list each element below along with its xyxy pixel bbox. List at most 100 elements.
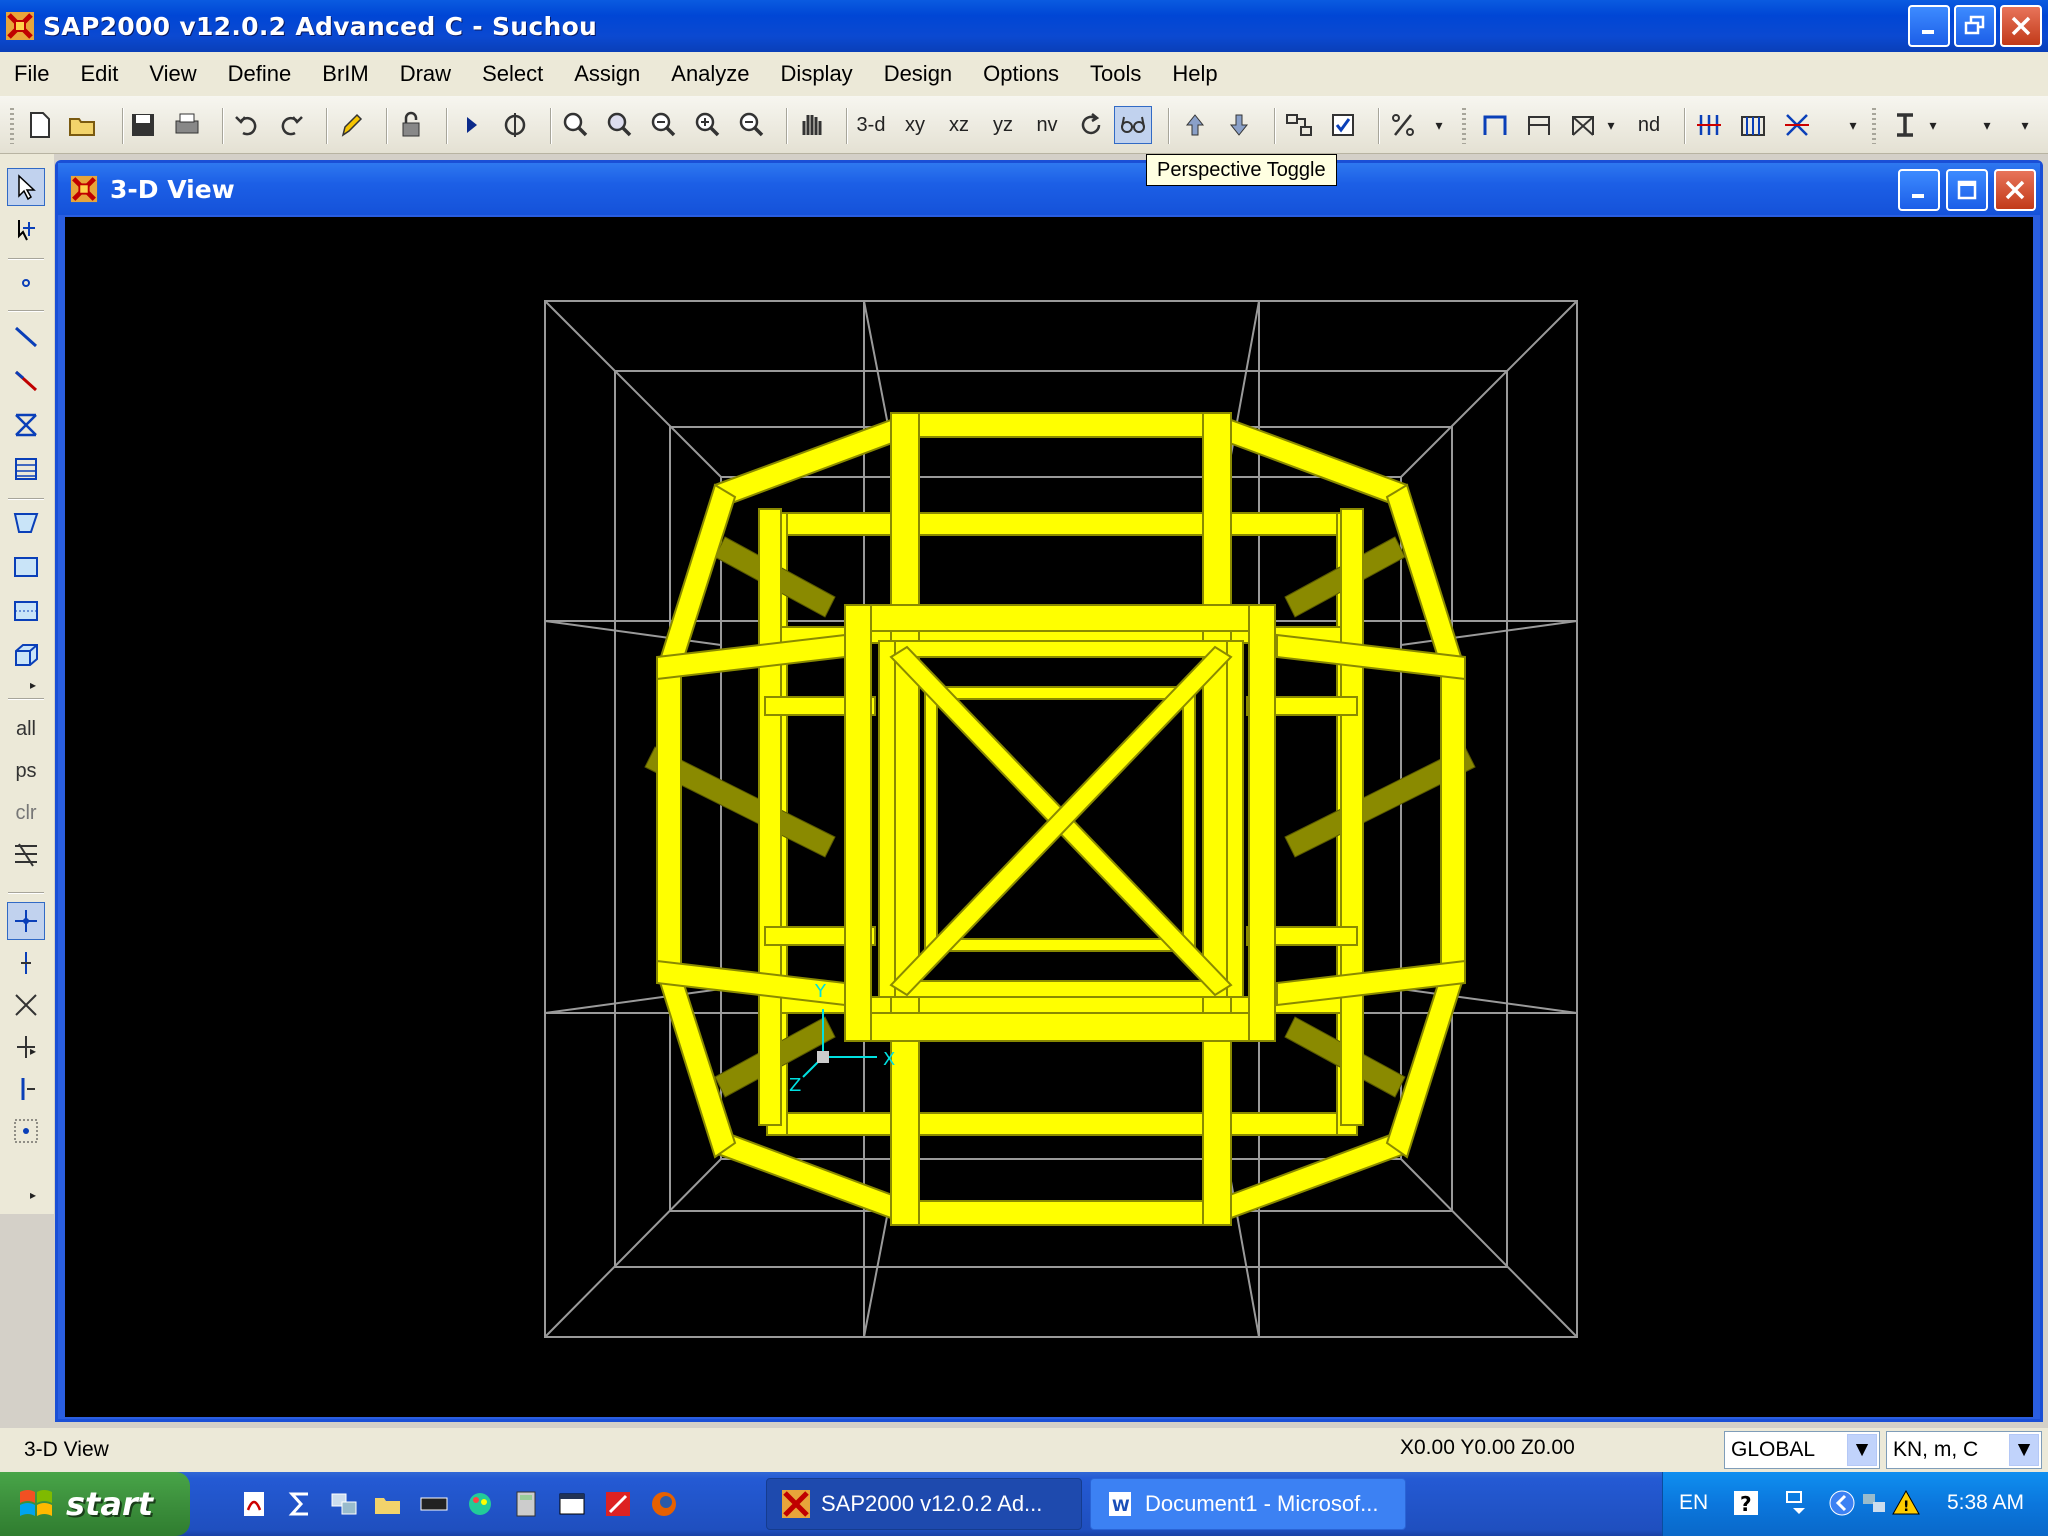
app-titlebar[interactable]: SAP2000 v12.0.2 Advanced C - Suchou	[0, 0, 2048, 52]
previous-zoom-button[interactable]	[644, 106, 682, 144]
units-dropdown-icon[interactable]: ▼	[2009, 1434, 2039, 1466]
assign-area-loads-button[interactable]	[1778, 106, 1816, 144]
menu-help[interactable]: Help	[1172, 61, 1217, 87]
task-sap2000[interactable]: SAP2000 v12.0.2 Ad...	[766, 1478, 1082, 1530]
refresh-window-button[interactable]	[332, 106, 370, 144]
quicklaunch-paint[interactable]	[462, 1486, 498, 1522]
menu-edit[interactable]: Edit	[80, 61, 118, 87]
print-button[interactable]	[168, 106, 206, 144]
rubber-band-zoom-button[interactable]	[496, 106, 534, 144]
expand-snap-group-icon[interactable]: ▸	[30, 1188, 36, 1202]
check-button[interactable]	[1324, 106, 1362, 144]
show-hidden-icons-button[interactable]	[1827, 1488, 1857, 1518]
quicklaunch-network[interactable]	[326, 1486, 362, 1522]
zoom-out-button[interactable]	[732, 106, 770, 144]
system-clock[interactable]: 5:38 AM	[1947, 1491, 2024, 1515]
view-3d-button[interactable]: 3-d	[852, 106, 890, 144]
draw-frame-cable-button[interactable]	[7, 318, 45, 356]
quicklaunch-calculator[interactable]	[508, 1486, 544, 1522]
rotate-view-button[interactable]	[1072, 106, 1110, 144]
expand-draw-group-icon[interactable]: ▸	[30, 678, 36, 692]
coord-system-select[interactable]: GLOBAL ▼	[1724, 1431, 1880, 1469]
quicklaunch-firefox[interactable]	[646, 1486, 682, 1522]
move-up-button[interactable]	[1176, 106, 1214, 144]
quick-draw-braces-button[interactable]	[7, 406, 45, 444]
view-xz-button[interactable]: xz	[940, 106, 978, 144]
task-word-document[interactable]: W Document1 - Microsof...	[1090, 1478, 1406, 1530]
menu-brim[interactable]: BrIM	[322, 61, 368, 87]
new-model-button[interactable]	[20, 106, 58, 144]
intersecting-line-select-button[interactable]	[7, 836, 45, 874]
menu-analyze[interactable]: Analyze	[671, 61, 749, 87]
snap-intersections-button[interactable]	[7, 986, 45, 1024]
quicklaunch-explorer[interactable]	[370, 1486, 406, 1522]
toolbar-overflow-chevron-4[interactable]: ▾	[2018, 106, 2032, 144]
restore-full-view-button[interactable]	[600, 106, 638, 144]
view-maximize-button[interactable]	[1946, 169, 1988, 211]
menu-options[interactable]: Options	[983, 61, 1059, 87]
menu-select[interactable]: Select	[482, 61, 543, 87]
snap-lines-button[interactable]	[7, 1070, 45, 1108]
pan-button[interactable]	[792, 106, 830, 144]
get-previous-selection-button[interactable]: ps	[7, 752, 45, 790]
select-all-button[interactable]: all	[7, 710, 45, 748]
save-button[interactable]	[124, 106, 162, 144]
view-xy-button[interactable]: xy	[896, 106, 934, 144]
draw-bracing-button[interactable]	[1564, 106, 1602, 144]
section-dropdown-chevron[interactable]: ▾	[1926, 106, 1940, 144]
perspective-toggle-button[interactable]	[1114, 106, 1152, 144]
quicklaunch-app[interactable]	[600, 1486, 636, 1522]
quick-draw-frame-button[interactable]	[7, 362, 45, 400]
menu-file[interactable]: File	[14, 61, 49, 87]
help-tray-icon[interactable]: ?	[1731, 1488, 1761, 1518]
toolbar-overflow-chevron-2[interactable]: ▾	[1846, 106, 1860, 144]
toolbar-overflow-chevron-3[interactable]: ▾	[1980, 106, 1994, 144]
quick-draw-area-button[interactable]	[7, 592, 45, 630]
network-tray-icon[interactable]	[1859, 1488, 1889, 1518]
start-button[interactable]: start	[0, 1472, 190, 1536]
section-designer-button[interactable]	[1886, 106, 1924, 144]
restore-tray-icon[interactable]	[1781, 1488, 1811, 1518]
snap-joints-button[interactable]	[7, 902, 45, 940]
quicklaunch-acrobat[interactable]	[236, 1486, 272, 1522]
move-down-button[interactable]	[1220, 106, 1258, 144]
quicklaunch-media[interactable]	[416, 1486, 452, 1522]
snap-fine-grid-button[interactable]	[7, 1112, 45, 1150]
undo-button[interactable]	[228, 106, 266, 144]
toolbar-overflow-chevron[interactable]: ▾	[1432, 106, 1446, 144]
assign-frame-loads-button[interactable]	[1734, 106, 1772, 144]
view-window-titlebar[interactable]: 3-D View	[58, 163, 2040, 215]
reshape-button[interactable]	[7, 212, 45, 250]
zoom-in-button[interactable]	[688, 106, 726, 144]
units-select[interactable]: KN, m, C ▼	[1886, 1431, 2042, 1469]
draw-rect-area-button[interactable]	[7, 548, 45, 586]
zoom-window-button[interactable]	[556, 106, 594, 144]
draw-truss-button[interactable]	[1520, 106, 1558, 144]
view-close-button[interactable]	[1994, 169, 2036, 211]
bracing-dropdown-chevron[interactable]: ▾	[1604, 106, 1618, 144]
draw-joint-button[interactable]	[7, 264, 45, 302]
menu-assign[interactable]: Assign	[574, 61, 640, 87]
redo-button[interactable]	[272, 106, 310, 144]
menu-design[interactable]: Design	[884, 61, 952, 87]
view-window-3d[interactable]: 3-D View Y X Z	[55, 160, 2043, 1422]
toolbar-grip[interactable]	[10, 108, 14, 144]
view-nv-button[interactable]: nv	[1028, 106, 1066, 144]
restore-button[interactable]	[1954, 5, 1996, 47]
pointer-select-button[interactable]	[7, 168, 45, 206]
view-minimize-button[interactable]	[1898, 169, 1940, 211]
run-analysis-button[interactable]	[452, 106, 490, 144]
lock-unlock-button[interactable]	[392, 106, 430, 144]
coord-system-dropdown-icon[interactable]: ▼	[1847, 1434, 1877, 1466]
minimize-button[interactable]	[1908, 5, 1950, 47]
language-indicator[interactable]: EN	[1679, 1491, 1708, 1515]
menu-view[interactable]: View	[149, 61, 196, 87]
menu-display[interactable]: Display	[781, 61, 853, 87]
menu-define[interactable]: Define	[228, 61, 292, 87]
snap-midpoints-button[interactable]	[7, 944, 45, 982]
view-yz-button[interactable]: yz	[984, 106, 1022, 144]
draw-frame-button[interactable]	[1476, 106, 1514, 144]
close-button[interactable]	[2000, 5, 2042, 47]
snap-perpendicular-button[interactable]	[7, 1028, 45, 1066]
draw-poly-area-button[interactable]	[7, 504, 45, 542]
